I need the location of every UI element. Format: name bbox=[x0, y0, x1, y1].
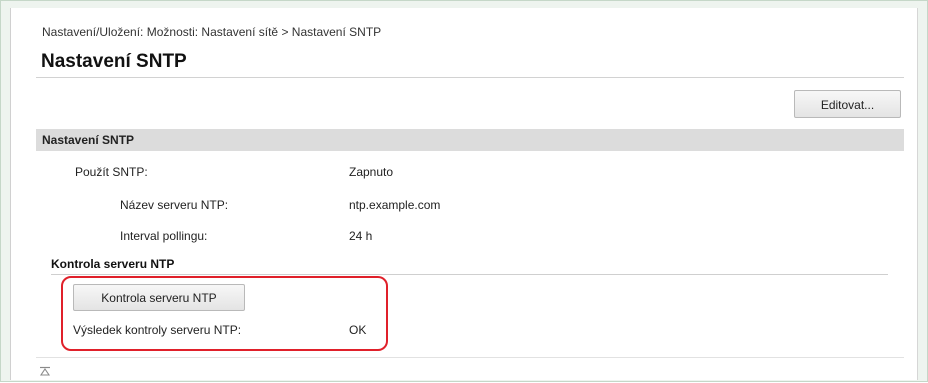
polling-interval-label: Interval pollingu: bbox=[120, 229, 208, 243]
ntp-check-divider bbox=[51, 274, 888, 275]
page-title: Nastavení SNTP bbox=[41, 51, 187, 72]
use-sntp-value: Zapnuto bbox=[349, 165, 394, 179]
edit-button[interactable]: Editovat... bbox=[794, 90, 901, 118]
title-divider bbox=[36, 77, 904, 78]
ntp-server-name-value: ntp.example.com bbox=[349, 198, 441, 212]
bottom-divider bbox=[36, 357, 904, 358]
use-sntp-label: Použít SNTP: bbox=[75, 165, 148, 179]
section-header-sntp: Nastavení SNTP bbox=[36, 129, 904, 151]
ntp-server-name-label: Název serveru NTP: bbox=[120, 198, 229, 212]
polling-interval-value: 24 h bbox=[349, 229, 373, 243]
scroll-to-top-icon[interactable] bbox=[39, 365, 51, 377]
highlight-box bbox=[61, 276, 388, 351]
ntp-check-header: Kontrola serveru NTP bbox=[51, 257, 175, 271]
breadcrumb: Nastavení/Uložení: Možnosti: Nastavení s… bbox=[42, 25, 382, 39]
